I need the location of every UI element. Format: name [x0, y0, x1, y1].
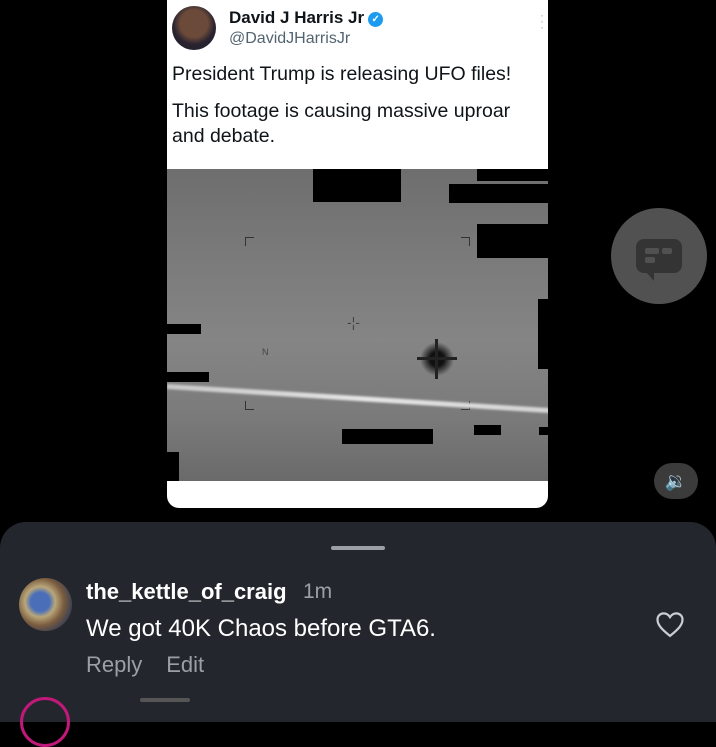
chat-icon-glyph — [636, 239, 682, 281]
hud-corner — [461, 237, 470, 246]
next-comment-username — [140, 698, 190, 702]
tweet-author-avatar — [172, 6, 216, 50]
comments-sheet: the_kettle_of_craig 1m We got 40K Chaos … — [0, 522, 716, 747]
redaction-block — [167, 324, 201, 334]
light-streak — [167, 384, 548, 415]
next-commenter-avatar[interactable] — [20, 697, 70, 747]
hud-crosshair: -¦- — [347, 314, 360, 330]
tweet-author-name-text: David J Harris Jr — [229, 8, 365, 27]
tweet-line-2: This footage is causing massive uproar a… — [172, 100, 511, 147]
redaction-block — [342, 429, 433, 444]
redaction-block — [477, 169, 548, 181]
comment-actions: Reply Edit — [86, 652, 228, 678]
verified-badge-icon: ✓ — [368, 12, 384, 27]
ufo-video-frame[interactable]: -¦- N — [167, 169, 548, 481]
tweet-line-1: President Trump is releasing UFO files! — [172, 63, 512, 85]
edit-button[interactable]: Edit — [166, 652, 204, 677]
heart-icon[interactable] — [655, 610, 685, 638]
drag-handle[interactable] — [331, 546, 385, 550]
ufo-object — [417, 339, 457, 379]
hud-corner — [245, 401, 254, 410]
redaction-block — [474, 425, 501, 435]
tweet-text: President Trump is releasing UFO files! … — [172, 62, 542, 161]
hud-corner — [245, 237, 254, 246]
redaction-block — [449, 184, 548, 203]
comment-timestamp: 1m — [303, 580, 333, 603]
comment-bubble-icon[interactable] — [611, 208, 707, 304]
comment-username[interactable]: the_kettle_of_craig — [86, 579, 287, 605]
tweet-header: David J Harris Jr ✓ @DavidJHarrisJr · · · P… — [167, 0, 548, 168]
redaction-block — [539, 427, 548, 435]
redaction-block — [167, 452, 179, 481]
redaction-block — [538, 299, 548, 369]
comment-text: We got 40K Chaos before GTA6. — [86, 615, 436, 642]
redaction-block — [477, 224, 548, 258]
redaction-block — [167, 372, 209, 382]
shared-tweet-card[interactable]: David J Harris Jr ✓ @DavidJHarrisJr · · · P… — [167, 0, 548, 508]
tweet-author-name: David J Harris Jr ✓ — [229, 8, 384, 28]
hud-marker-label: N — [262, 347, 269, 357]
commenter-avatar[interactable] — [19, 578, 72, 631]
redaction-block — [313, 169, 401, 202]
speaker-icon[interactable]: 🔉 — [654, 463, 698, 499]
tweet-author-handle: @DavidJHarrisJr — [229, 30, 351, 47]
more-options-icon[interactable]: · · · — [540, 9, 544, 33]
reply-button[interactable]: Reply — [86, 652, 142, 677]
